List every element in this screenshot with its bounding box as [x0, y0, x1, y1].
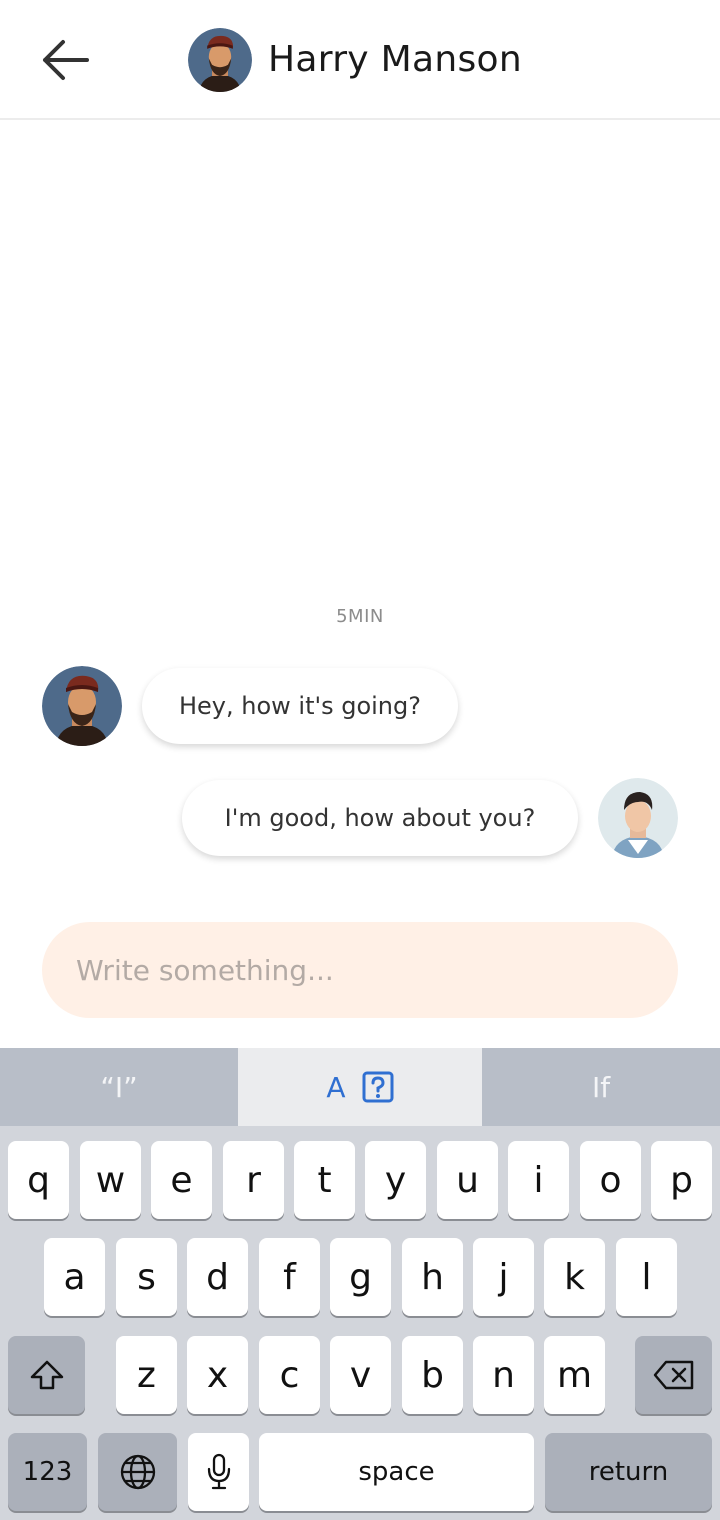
key-z[interactable]: z: [116, 1336, 177, 1414]
key-y[interactable]: y: [365, 1141, 426, 1219]
suggestion-item[interactable]: A: [238, 1048, 482, 1126]
space-key[interactable]: space: [259, 1433, 534, 1511]
globe-key[interactable]: [98, 1433, 177, 1511]
shift-key[interactable]: [8, 1336, 85, 1414]
key-j[interactable]: j: [473, 1238, 534, 1316]
key-e[interactable]: e: [151, 1141, 212, 1219]
shift-arrow-icon: [30, 1360, 63, 1390]
key-b[interactable]: b: [402, 1336, 463, 1414]
key-p[interactable]: p: [651, 1141, 712, 1219]
key-r[interactable]: r: [223, 1141, 284, 1219]
message-input[interactable]: [74, 952, 638, 988]
key-w[interactable]: w: [80, 1141, 141, 1219]
microphone-icon: [207, 1453, 230, 1490]
key-f[interactable]: f: [259, 1238, 320, 1316]
key-m[interactable]: m: [544, 1336, 605, 1414]
key-i[interactable]: i: [508, 1141, 569, 1219]
backspace-icon: [653, 1360, 693, 1390]
key-o[interactable]: o: [580, 1141, 641, 1219]
backspace-key[interactable]: [635, 1336, 712, 1414]
contact-avatar[interactable]: [188, 28, 252, 92]
key-l[interactable]: l: [616, 1238, 677, 1316]
key-k[interactable]: k: [544, 1238, 605, 1316]
back-button[interactable]: [30, 30, 100, 90]
suggestion-item[interactable]: “I”: [0, 1048, 238, 1126]
sender-avatar: [42, 666, 122, 746]
message-text: I'm good, how about you?: [224, 804, 536, 832]
key-d[interactable]: d: [187, 1238, 248, 1316]
arrow-left-icon: [43, 40, 89, 80]
key-v[interactable]: v: [330, 1336, 391, 1414]
key-h[interactable]: h: [402, 1238, 463, 1316]
key-a[interactable]: a: [44, 1238, 105, 1316]
question-box-icon: [362, 1071, 394, 1103]
globe-icon: [120, 1454, 155, 1490]
key-n[interactable]: n: [473, 1336, 534, 1414]
message-bubble-received[interactable]: Hey, how it's going?: [142, 668, 458, 744]
key-g[interactable]: g: [330, 1238, 391, 1316]
message-composer: [42, 922, 678, 1018]
key-q[interactable]: q: [8, 1141, 69, 1219]
key-t[interactable]: t: [294, 1141, 355, 1219]
key-u[interactable]: u: [437, 1141, 498, 1219]
key-x[interactable]: x: [187, 1336, 248, 1414]
key-c[interactable]: c: [259, 1336, 320, 1414]
message-text: Hey, how it's going?: [178, 692, 421, 720]
microphone-key[interactable]: [188, 1433, 249, 1511]
return-key[interactable]: return: [545, 1433, 712, 1511]
my-avatar: [598, 778, 678, 858]
key-s[interactable]: s: [116, 1238, 177, 1316]
contact-name: Harry Manson: [268, 39, 522, 80]
numbers-key[interactable]: 123: [8, 1433, 87, 1511]
on-screen-keyboard: “I” A If q w e r t y u i o p a s d f g h…: [0, 1048, 720, 1520]
message-timestamp: 5MIN: [336, 606, 384, 627]
suggestion-item[interactable]: If: [482, 1048, 720, 1126]
suggestion-bar: “I” A If: [0, 1048, 720, 1126]
chat-header: Harry Manson: [0, 0, 720, 120]
message-bubble-sent[interactable]: I'm good, how about you?: [182, 780, 578, 856]
